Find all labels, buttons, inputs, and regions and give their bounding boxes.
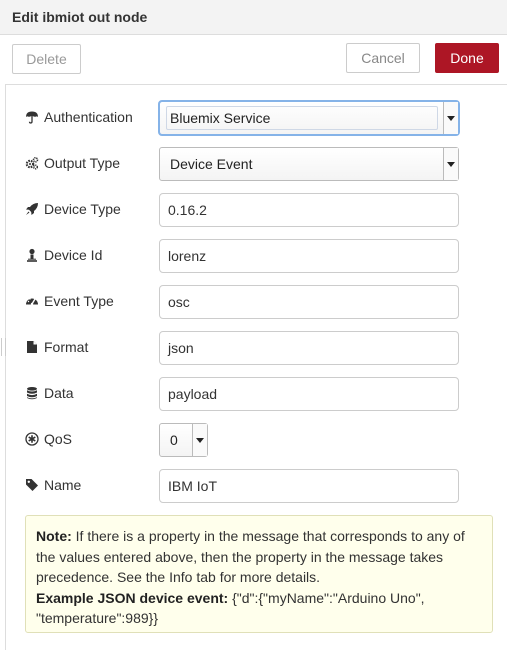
done-button[interactable]: Done (435, 43, 499, 73)
name-label-text: Name (44, 477, 82, 493)
device-id-label: Device Id (25, 247, 102, 263)
device-type-input[interactable]: 0.16.2 (159, 193, 459, 227)
authentication-label-text: Authentication (44, 109, 133, 125)
device-id-label-text: Device Id (44, 247, 103, 263)
asterisk-icon (25, 432, 39, 446)
format-label: Format (25, 339, 88, 355)
umbrella-icon (25, 110, 39, 124)
cogs-icon (25, 156, 39, 170)
device-type-label: Device Type (25, 201, 121, 217)
dashboard-icon (25, 294, 39, 308)
data-label-text: Data (44, 385, 74, 401)
example-label: Example JSON device event: (36, 589, 229, 606)
file-icon (25, 340, 39, 354)
resize-handle[interactable] (1, 338, 6, 356)
qos-label-text: QoS (44, 431, 73, 447)
authentication-value: Bluemix Service (170, 110, 271, 126)
event-type-label: Event Type (25, 293, 114, 309)
qos-select[interactable]: 0 (159, 423, 208, 457)
note-label: Note: (36, 528, 72, 544)
data-label: Data (25, 385, 74, 401)
format-input[interactable]: json (159, 331, 459, 365)
chevron-down-icon (192, 424, 207, 456)
event-type-label-text: Event Type (44, 293, 114, 309)
name-input[interactable]: IBM IoT (159, 469, 459, 503)
event-type-input[interactable]: osc (159, 285, 459, 319)
chevron-down-icon (443, 148, 458, 180)
help-note: Note: If there is a property in the mess… (25, 515, 493, 633)
output-type-select[interactable]: Device Event (159, 147, 459, 181)
cancel-button[interactable]: Cancel (346, 43, 420, 73)
dialog-title: Edit ibmiot out node (12, 9, 148, 25)
device-id-input[interactable]: lorenz (159, 239, 459, 273)
database-icon (25, 386, 39, 400)
device-type-label-text: Device Type (44, 201, 121, 217)
authentication-select[interactable]: Bluemix Service (158, 100, 460, 136)
note-text: If there is a property in the message th… (36, 528, 465, 585)
delete-button[interactable]: Delete (12, 44, 81, 74)
dialog-titlebar: Edit ibmiot out node (0, 0, 507, 35)
name-label: Name (25, 477, 81, 493)
rocket-icon (25, 202, 39, 216)
output-type-label: Output Type (25, 155, 120, 171)
qos-value: 0 (170, 432, 178, 448)
output-type-value: Device Event (170, 156, 253, 172)
chevron-down-icon (443, 102, 458, 134)
user-icon (25, 248, 39, 262)
format-label-text: Format (44, 339, 89, 355)
authentication-label: Authentication (25, 109, 133, 125)
data-input[interactable]: payload (159, 377, 459, 411)
qos-label: QoS (25, 431, 72, 447)
output-type-label-text: Output Type (44, 155, 121, 171)
tag-icon (25, 478, 39, 492)
